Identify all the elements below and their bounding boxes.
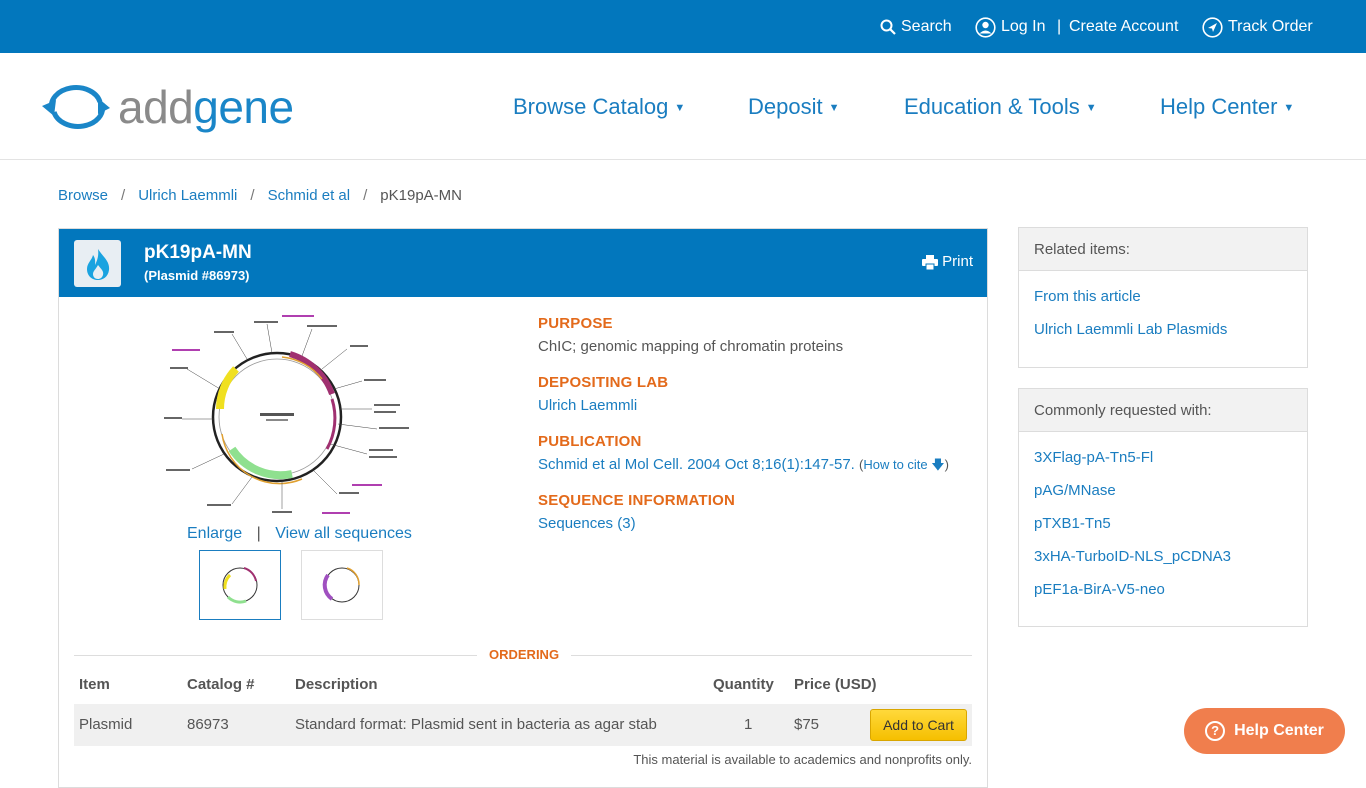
plasmid-map-image[interactable]: [162, 309, 422, 519]
cell-catalog: 86973: [187, 716, 229, 733]
map-thumbnail-2[interactable]: [301, 550, 383, 620]
map-thumbnail-1[interactable]: [199, 550, 281, 620]
enlarge-link[interactable]: Enlarge: [187, 525, 242, 542]
how-to-cite-link[interactable]: How to cite 🡇: [863, 457, 944, 472]
add-to-cart-button[interactable]: Add to Cart: [870, 709, 967, 741]
common-item[interactable]: pEF1a-BirA-V5-neo: [1034, 580, 1292, 600]
common-item[interactable]: 3XFlag-pA-Tn5-Fl: [1034, 448, 1292, 468]
cell-description: Standard format: Plasmid sent in bacteri…: [295, 716, 657, 733]
login-link[interactable]: Log In: [975, 16, 1045, 38]
breadcrumb-current: pK19pA-MN: [380, 187, 462, 204]
plasmid-panel: pK19pA-MN (Plasmid #86973) Print Enlarge…: [58, 228, 988, 788]
plasmid-number: (Plasmid #86973): [144, 268, 250, 283]
depositing-lab-link[interactable]: Ulrich Laemmli: [538, 397, 637, 414]
sequences-link[interactable]: Sequences (3): [538, 515, 636, 532]
print-button[interactable]: Print: [922, 252, 973, 272]
printer-icon: [922, 254, 939, 270]
breadcrumb-article[interactable]: Schmid et al: [268, 187, 351, 204]
nav-help-center[interactable]: Help Center ▼: [1160, 93, 1294, 122]
question-icon: ?: [1205, 721, 1226, 741]
logo-swirl-icon: [42, 85, 110, 129]
common-item[interactable]: 3xHA-TurboID-NLS_pCDNA3: [1034, 547, 1292, 567]
publication-label: PUBLICATION: [538, 433, 642, 450]
addgene-logo[interactable]: addgene: [42, 75, 322, 139]
col-description: Description: [295, 676, 378, 693]
help-center-button[interactable]: ? Help Center: [1184, 708, 1345, 754]
availability-note: This material is available to academics …: [633, 752, 972, 767]
topbar-separator: |: [1057, 18, 1062, 35]
ordering-heading: ORDERING: [477, 647, 572, 663]
publication-link[interactable]: Schmid et al Mol Cell. 2004 Oct 8;16(1):…: [538, 456, 855, 473]
top-bar: Search Log In | Create Account Track Ord…: [0, 0, 1366, 53]
depositing-lab-label: DEPOSITING LAB: [538, 374, 669, 391]
track-order-link[interactable]: Track Order: [1202, 16, 1313, 38]
cell-item: Plasmid: [79, 716, 133, 733]
related-item-lab-plasmids[interactable]: Ulrich Laemmli Lab Plasmids: [1034, 320, 1292, 340]
plasmid-header: pK19pA-MN (Plasmid #86973) Print: [59, 229, 987, 297]
table-row: Plasmid 86973 Standard format: Plasmid s…: [74, 704, 972, 746]
create-account-label: Create Account: [1069, 18, 1179, 35]
related-items-title: Related items:: [1019, 228, 1307, 271]
nav-education-tools[interactable]: Education & Tools ▼: [904, 93, 1097, 122]
login-label: Log In: [1001, 18, 1046, 35]
search-icon: [880, 19, 896, 35]
search-label: Search: [901, 18, 952, 35]
purpose-label: PURPOSE: [538, 315, 613, 332]
sequence-info-label: SEQUENCE INFORMATION: [538, 492, 736, 509]
breadcrumb: Browse / Ulrich Laemmli / Schmid et al / pK19p…: [58, 187, 462, 204]
nav-deposit[interactable]: Deposit ▼: [748, 93, 839, 122]
site-header: addgene Browse Catalog ▼ Deposit ▼ Educati…: [0, 53, 1366, 160]
user-icon: [975, 16, 996, 38]
related-items-box: Related items: From this article Ulrich …: [1018, 227, 1308, 368]
cell-price: $75: [794, 716, 820, 733]
common-item[interactable]: pTXB1-Tn5: [1034, 514, 1292, 534]
cell-quantity: 1: [744, 716, 753, 733]
create-account-link[interactable]: Create Account: [1069, 16, 1178, 38]
common-item[interactable]: pAG/MNase: [1034, 481, 1292, 501]
commonly-requested-title: Commonly requested with:: [1019, 389, 1307, 432]
navigation-arrow-icon: [1202, 16, 1223, 38]
logo-wordmark: addgene: [118, 81, 294, 133]
plasmid-title: pK19pA-MN: [144, 242, 252, 263]
view-all-sequences-link[interactable]: View all sequences: [275, 525, 412, 542]
nav-browse-catalog[interactable]: Browse Catalog ▼: [513, 93, 685, 122]
commonly-requested-box: Commonly requested with: 3XFlag-pA-Tn5-F…: [1018, 388, 1308, 627]
caret-down-icon: ▼: [674, 102, 686, 115]
purpose-value: ChIC; genomic mapping of chromatin prote…: [538, 338, 844, 355]
caret-down-icon: ▼: [1085, 102, 1097, 115]
arrow-down-icon: 🡇: [931, 457, 945, 472]
breadcrumb-browse[interactable]: Browse: [58, 187, 108, 204]
map-links: Enlarge | View all sequences: [187, 525, 412, 542]
col-catalog: Catalog #: [187, 676, 255, 693]
track-order-label: Track Order: [1228, 18, 1313, 35]
flame-icon: [74, 240, 121, 287]
caret-down-icon: ▼: [1283, 102, 1295, 115]
col-item: Item: [79, 676, 110, 693]
caret-down-icon: ▼: [828, 102, 840, 115]
col-quantity: Quantity: [713, 676, 774, 693]
search-link[interactable]: Search: [880, 16, 952, 38]
related-item-article[interactable]: From this article: [1034, 287, 1292, 307]
breadcrumb-lab[interactable]: Ulrich Laemmli: [138, 187, 237, 204]
col-price: Price (USD): [794, 676, 877, 693]
